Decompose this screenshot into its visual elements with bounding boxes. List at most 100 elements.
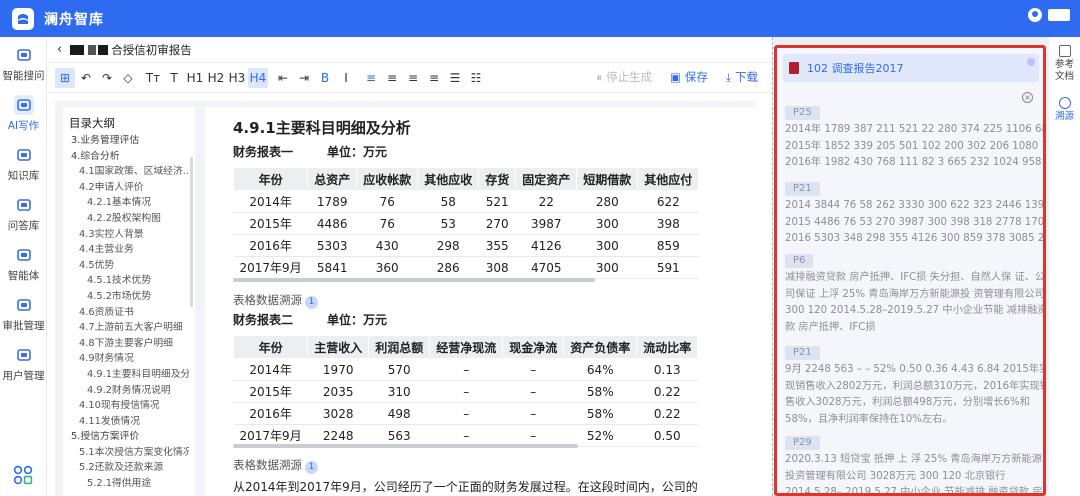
table-cell[interactable]: 76 [356, 190, 418, 213]
table-cell[interactable]: 280 [576, 190, 638, 213]
apps-grid-icon[interactable] [13, 465, 33, 485]
font-size-icon[interactable]: Tт [143, 68, 163, 88]
table-cell[interactable]: 521 [478, 190, 516, 213]
undo-icon[interactable]: ↶ [76, 68, 96, 88]
trace-tab[interactable]: 溯源 [1049, 97, 1080, 123]
indent-icon[interactable]: ⇥ [294, 68, 314, 88]
table-cell[interactable]: 1789 [307, 190, 357, 213]
source-badge[interactable]: 1 [305, 461, 318, 474]
nav-item-2[interactable]: 知识库 [0, 145, 47, 183]
table-cell[interactable]: 430 [356, 234, 418, 257]
nav-item-4[interactable]: 智能体 [0, 245, 47, 283]
table-cell[interactable]: 360 [356, 256, 418, 279]
outline-item[interactable]: 4.4主营业务 [67, 242, 189, 258]
table-cell[interactable]: 0.13 [636, 358, 698, 381]
outline-item[interactable]: 4.1国家政策、区域经济... [67, 164, 189, 180]
table-cell[interactable]: 310 [368, 380, 430, 403]
table-cell[interactable]: 64% [563, 358, 637, 381]
stop-generate-button[interactable]: ⏸ 停止生成 [596, 69, 652, 85]
table-cell[interactable]: 2017年9月 [233, 256, 308, 279]
outline-item[interactable]: 5.2还款及还款来源 [67, 460, 189, 476]
outline-item[interactable]: 4.9财务情况 [67, 351, 189, 367]
nav-item-6[interactable]: 用户管理 [0, 345, 47, 383]
table-cell[interactable]: 4486 [307, 212, 357, 235]
outline-item[interactable]: 4.3实控人背景 [67, 227, 189, 243]
bold-icon[interactable]: B [315, 68, 335, 88]
table-cell[interactable]: 0.22 [636, 402, 698, 425]
table-cell[interactable]: 76 [356, 212, 418, 235]
table-cell[interactable]: 270 [478, 212, 516, 235]
reference-chunk[interactable]: P21 2014 3844 76 58 262 3330 300 622 323 … [785, 180, 1043, 248]
financial-table-2[interactable]: 年份 主营收入 利润总额 经营净现流 现金净流 资产负债率 流动比率 2014年 1970 570… [232, 335, 699, 447]
financial-table-1[interactable]: 年份 总资产 应收帐款 其他应收 存货 固定资产 短期借款 其他应付 2014年 1789 76 58… [232, 167, 700, 279]
align-right-icon[interactable]: ≡ [403, 68, 423, 88]
table1-hscrollbar[interactable] [233, 278, 595, 282]
document-editor[interactable]: 4.9.1主要科目明细及分析 财务报表一 单位：万元 年份 总资产 应收帐款 其他应收存… [205, 107, 755, 496]
table-cell[interactable]: 2014年 [233, 190, 308, 213]
text-icon[interactable]: T [164, 68, 184, 88]
heading1-icon[interactable]: H1 [185, 68, 205, 88]
table-cell[interactable]: 300 [576, 234, 638, 257]
table-cell[interactable]: 2014年 [233, 358, 308, 381]
table-cell[interactable]: 300 [576, 212, 638, 235]
table-cell[interactable]: 300 [576, 256, 638, 279]
table-cell[interactable]: 4126 [515, 234, 577, 257]
table-cell[interactable]: 2015年 [233, 212, 308, 235]
outline-toggle-icon[interactable]: ⊞ [55, 67, 75, 88]
table-cell[interactable]: 3987 [515, 212, 577, 235]
table-cell[interactable]: 2016年 [233, 402, 308, 425]
table-cell[interactable]: – [502, 358, 564, 381]
eraser-icon[interactable]: ◇ [118, 68, 138, 88]
table-cell[interactable]: 58% [563, 380, 637, 403]
source-badge[interactable]: 1 [305, 296, 318, 309]
table-cell[interactable]: 3028 [307, 402, 369, 425]
outline-item[interactable]: 4.5.1技术优势 [67, 273, 189, 289]
outline-item[interactable]: 4.8下游主要客户明细 [67, 336, 189, 352]
table-cell[interactable]: 5841 [307, 256, 357, 279]
outline-item[interactable]: 5.2.1得供用途 [67, 476, 189, 492]
outline-item[interactable]: 3.业务管理评估 [67, 133, 189, 149]
outdent-icon[interactable]: ⇤ [273, 68, 293, 88]
reference-chunk[interactable]: P21 9月 2248 563 – – 52% 0.50 0.36 4.43 6.… [785, 344, 1043, 428]
table-cell[interactable]: 4705 [515, 256, 577, 279]
table-cell[interactable]: 22 [515, 190, 577, 213]
user-menu[interactable] [1028, 8, 1070, 22]
table-cell[interactable]: 498 [368, 402, 430, 425]
align-justify-icon[interactable]: ≡ [424, 68, 444, 88]
table-cell[interactable]: 298 [417, 234, 479, 257]
table-cell[interactable]: 286 [417, 256, 479, 279]
nav-item-1[interactable]: AI写作 [0, 95, 47, 133]
table-cell[interactable]: 570 [368, 358, 430, 381]
table-cell[interactable]: – [502, 380, 564, 403]
reference-doc-header[interactable]: 102 调查报告2017 [783, 54, 1039, 82]
table-cell[interactable]: – [429, 402, 503, 425]
outline-item[interactable]: 4.9.2财务情况说明 [67, 383, 189, 399]
numbered-list-icon[interactable]: ☷ [466, 68, 486, 88]
avatar-icon[interactable] [1028, 8, 1042, 22]
table-cell[interactable]: 2035 [307, 380, 369, 403]
close-icon[interactable]: × [1022, 92, 1033, 103]
table-cell[interactable]: 1970 [307, 358, 369, 381]
table-cell[interactable]: 58 [417, 190, 479, 213]
outline-scrollbar[interactable] [190, 157, 193, 307]
table-cell[interactable]: 622 [637, 190, 699, 213]
outline-item[interactable]: 4.11发债情况 [67, 414, 189, 430]
outline-item[interactable]: 4.6资质证书 [67, 305, 189, 321]
outline-item[interactable]: 4.综合分析 [67, 149, 189, 165]
outline-item[interactable]: 4.9.1主要科目明细及分析 [67, 367, 189, 383]
heading3-icon[interactable]: H3 [227, 68, 247, 88]
outline-item[interactable]: 4.2申请人评价 [67, 180, 189, 196]
table-cell[interactable]: 859 [637, 234, 699, 257]
save-button[interactable]: ▣ 保存 [670, 69, 708, 85]
table1-source[interactable]: 表格数据溯源 1 [233, 292, 318, 309]
outline-item[interactable]: 5.授信方案评价 [67, 429, 189, 445]
table2-hscrollbar[interactable] [233, 444, 578, 448]
align-center-icon[interactable]: ≡ [382, 68, 402, 88]
outline-item[interactable]: 4.2.2股权架构图 [67, 211, 189, 227]
reference-docs-tab[interactable]: 参考文档 [1049, 45, 1080, 83]
outline-item[interactable]: 4.2.1基本情况 [67, 195, 189, 211]
table-cell[interactable]: 398 [637, 212, 699, 235]
table-cell[interactable]: – [502, 402, 564, 425]
table-cell[interactable]: 0.22 [636, 380, 698, 403]
back-arrow-icon[interactable]: ‹ [57, 42, 62, 57]
